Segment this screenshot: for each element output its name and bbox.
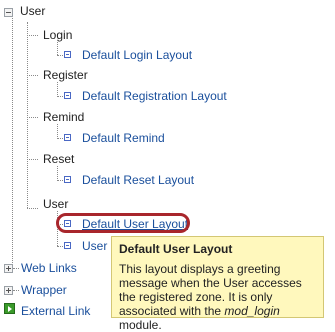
tree-branch [13,268,19,269]
tree-item-default-registration-layout[interactable]: Default Registration Layout [82,89,227,103]
tree-branch [27,117,38,118]
tree-guide [57,42,58,55]
tree-group-remind: Remind [43,110,85,124]
tooltip: Default User Layout This layout displays… [111,236,324,332]
tree-root-user: User [20,4,46,18]
tree-group-login: Login [43,28,73,42]
highlight-ring [56,213,190,233]
tree-branch [27,159,38,160]
tree-guide [57,82,58,95]
tooltip-body: This layout displays a greeting message … [119,262,316,332]
expand-icon-web-links[interactable] [4,264,13,273]
expand-icon-wrapper[interactable] [4,286,13,295]
layout-item-icon [64,242,71,249]
layout-item-icon [64,92,71,99]
tree-item-user-profile[interactable]: User Profile [82,239,109,253]
external-link-icon [4,303,15,314]
tree-item-default-login-layout[interactable]: Default Login Layout [82,48,192,62]
tree-branch [13,290,19,291]
tree-branch [27,208,38,209]
layout-item-icon [64,51,71,58]
tree-guide-root [12,15,13,273]
collapse-icon-user-root[interactable] [4,8,13,17]
tooltip-title: Default User Layout [119,242,233,256]
tree-guide-level1 [27,22,28,208]
tree-branch [57,55,63,56]
tree-group-wrapper[interactable]: Wrapper [21,283,67,297]
tree-branch [57,246,63,247]
tree-branch [27,75,38,76]
tree-branch [57,138,63,139]
tree-item-default-remind[interactable]: Default Remind [82,131,165,145]
tree-branch [57,96,63,97]
tooltip-module-name: mod_login [224,304,280,318]
layout-item-icon [64,176,71,183]
layout-item-icon [64,134,71,141]
tree-item-default-reset-layout[interactable]: Default Reset Layout [82,173,194,187]
tree-item-external-link[interactable]: External Link [21,304,90,318]
tree-group-reset: Reset [43,152,75,166]
tree-guide [57,124,58,137]
tree-group-user: User [43,197,69,211]
tree-branch [57,180,63,181]
tree-group-register: Register [43,68,88,82]
tree-guide [57,166,58,179]
tree-group-web-links[interactable]: Web Links [21,261,77,275]
tree-branch [27,35,38,36]
tooltip-body-end: module. [119,318,162,332]
